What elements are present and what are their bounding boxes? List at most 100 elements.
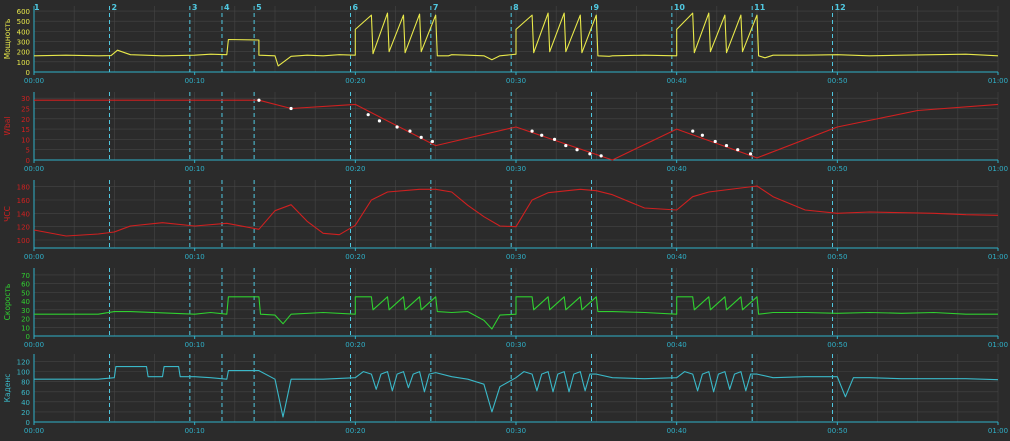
x-tick-label: 00:50 xyxy=(827,77,847,85)
y-tick-label: 20 xyxy=(21,409,30,417)
y-tick-label: 20 xyxy=(21,316,30,324)
x-tick-label: 00:00 xyxy=(24,427,44,435)
x-tick-label: 00:20 xyxy=(345,427,365,435)
y-tick-label: 100 xyxy=(17,369,30,377)
y-tick-label: 30 xyxy=(21,95,30,103)
x-tick-label: 00:40 xyxy=(667,253,687,261)
y-tick-label: 100 xyxy=(17,237,30,245)
y-axis-label: Скорость xyxy=(3,284,12,321)
x-tick-label: 00:30 xyxy=(506,77,526,85)
x-tick-label: 00:30 xyxy=(506,253,526,261)
data-point xyxy=(748,152,753,156)
panel-4: 0 20 40 60 80 100 120 00:00 00:10 00:20 00:30 00:40… xyxy=(3,354,1008,435)
x-tick-label: 00:00 xyxy=(24,253,44,261)
data-point xyxy=(599,154,603,158)
y-tick-label: 10 xyxy=(21,324,30,332)
y-tick-label: 15 xyxy=(21,126,30,134)
y-tick-label: 80 xyxy=(21,379,30,387)
y-tick-label: 400 xyxy=(17,28,30,36)
y-tick-label: 5 xyxy=(26,147,30,155)
x-tick-label: 00:50 xyxy=(827,341,847,349)
data-point xyxy=(289,106,293,111)
y-tick-label: 160 xyxy=(17,197,30,205)
lap-marker-label: 8 xyxy=(513,3,519,12)
x-tick-label: 00:50 xyxy=(827,253,847,261)
data-point xyxy=(713,139,717,144)
y-tick-label: 500 xyxy=(17,18,30,26)
y-tick-label: 60 xyxy=(21,281,30,289)
x-tick-label: 01:00 xyxy=(988,427,1008,435)
data-point xyxy=(691,129,695,133)
chart-stage: 0 100 200 300 400 500 600 00:00 00:10 00:20 00:30 0… xyxy=(0,0,1010,437)
data-point xyxy=(540,133,544,137)
y-tick-label: 25 xyxy=(21,105,30,113)
x-tick-label: 00:00 xyxy=(24,341,44,349)
data-point xyxy=(564,143,568,148)
y-tick-label: 70 xyxy=(21,272,30,280)
y-tick-label: 100 xyxy=(17,59,30,67)
y-tick-label: 10 xyxy=(21,136,30,144)
y-tick-label: 0 xyxy=(26,333,30,341)
x-tick-label: 00:10 xyxy=(185,253,205,261)
y-tick-label: 200 xyxy=(17,49,30,57)
lap-marker-label: 7 xyxy=(433,3,439,12)
data-point xyxy=(724,143,729,148)
y-tick-label: 60 xyxy=(21,389,30,397)
lap-marker-label: 1 xyxy=(34,3,40,12)
lap-marker-label: 3 xyxy=(192,3,198,12)
y-tick-label: 300 xyxy=(17,39,30,47)
x-tick-label: 00:20 xyxy=(345,77,365,85)
data-point xyxy=(430,139,435,144)
lap-marker-label: 10 xyxy=(674,3,686,12)
x-tick-label: 00:30 xyxy=(506,165,526,173)
x-tick-label: 00:30 xyxy=(506,341,526,349)
y-tick-label: 40 xyxy=(21,399,30,407)
x-tick-label: 00:40 xyxy=(667,165,687,173)
lap-marker-label: 4 xyxy=(224,3,230,12)
data-point xyxy=(588,152,592,156)
x-tick-label: 00:20 xyxy=(345,341,365,349)
y-tick-label: 30 xyxy=(21,307,30,315)
y-tick-label: 600 xyxy=(17,8,30,16)
x-tick-label: 00:50 xyxy=(827,165,847,173)
panel-0: 0 100 200 300 400 500 600 00:00 00:10 00:20 00:30 0… xyxy=(3,6,1008,85)
lap-marker-label: 6 xyxy=(353,3,359,12)
y-axis-label: Мощность xyxy=(3,19,12,60)
x-tick-label: 00:20 xyxy=(345,165,365,173)
x-tick-label: 01:00 xyxy=(988,165,1008,173)
data-point xyxy=(395,125,399,129)
lap-marker-label: 11 xyxy=(754,3,766,12)
y-tick-label: 40 xyxy=(21,298,30,306)
y-tick-label: 0 xyxy=(26,157,30,165)
y-tick-label: 120 xyxy=(17,224,30,232)
x-tick-label: 00:50 xyxy=(827,427,847,435)
x-tick-label: 00:30 xyxy=(506,427,526,435)
y-tick-label: 0 xyxy=(26,419,30,427)
training-charts: 010020030040050060000:00 00:10 00:20 00:30 0… xyxy=(3,3,1008,435)
x-tick-label: 00:00 xyxy=(24,165,44,173)
lap-marker-label: 5 xyxy=(256,3,262,12)
y-tick-label: 140 xyxy=(17,210,30,218)
x-tick-label: 00:00 xyxy=(24,77,44,85)
x-tick-label: 01:00 xyxy=(988,341,1008,349)
x-tick-label: 00:40 xyxy=(667,77,687,85)
x-tick-label: 01:00 xyxy=(988,253,1008,261)
panel-2: 100 120 140 160 180 00:00 00:10 00:20 00:30 00:40… xyxy=(3,180,1008,261)
y-tick-label: 120 xyxy=(17,359,30,367)
x-tick-label: 00:10 xyxy=(185,427,205,435)
x-tick-label: 00:20 xyxy=(345,253,365,261)
data-point xyxy=(736,148,740,152)
data-point xyxy=(552,137,557,141)
data-point xyxy=(530,129,534,133)
data-point xyxy=(700,133,704,137)
data-point xyxy=(366,113,370,117)
y-axis-label: Каденс xyxy=(3,374,12,403)
panel-1: 0 5 10 15 20 25 30 00:00 00:10 00:20 00:30 00:40 00:… xyxy=(3,92,1008,173)
x-tick-label: 00:10 xyxy=(185,165,205,173)
data-point xyxy=(257,98,261,102)
x-tick-label: 00:40 xyxy=(667,341,687,349)
x-tick-label: 01:00 xyxy=(988,77,1008,85)
lap-marker-label: 2 xyxy=(112,3,118,12)
data-point xyxy=(575,148,579,152)
x-tick-label: 00:40 xyxy=(667,427,687,435)
